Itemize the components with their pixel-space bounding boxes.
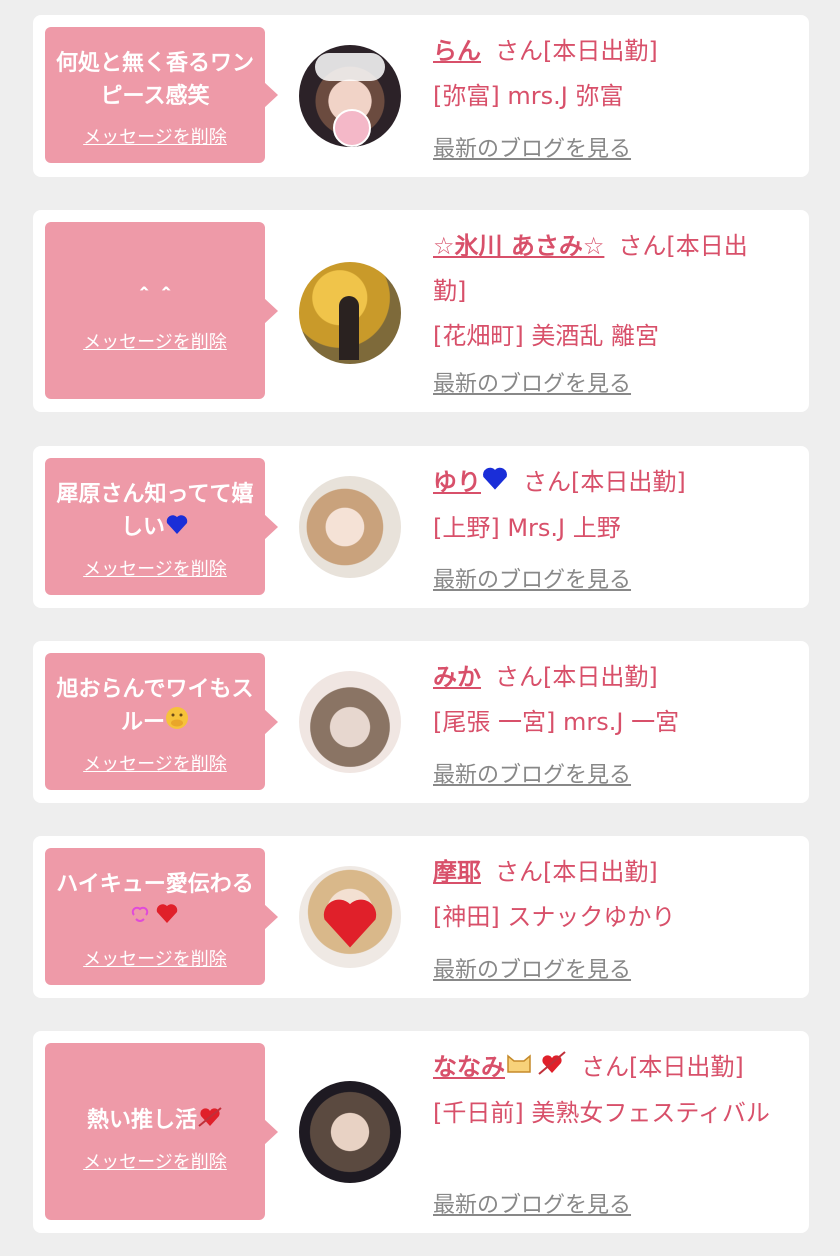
message-text: 何処と無く香るワンピース感笑 (55, 51, 254, 109)
message-bubble: 旭おらんでワイもスルー メッセージを削除 (45, 653, 278, 790)
cast-info: ☆氷川 あさみ☆ さん[本日出勤] [花畑町] 美酒乱 離宮 (433, 224, 781, 359)
work-status: さん[本日出勤] (495, 663, 658, 691)
cast-info: ななみ さん[本日出勤] [千日前] 美熟女フェスティバル (433, 1045, 781, 1136)
message-list: 何処と無く香るワンピース感笑 メッセージを削除 らん さん[本日出勤] [弥富] … (0, 0, 840, 1256)
avatar[interactable] (299, 262, 401, 364)
avatar[interactable] (299, 45, 401, 147)
blue-heart-icon (165, 512, 189, 545)
cast-name-link[interactable]: ゆり (433, 467, 509, 496)
cast-name-link[interactable]: みか (433, 663, 481, 691)
hand-over-mouth-emoji-icon (165, 706, 189, 740)
delete-message-link[interactable]: メッセージを削除 (83, 1148, 227, 1174)
message-card: 熱い推し活 メッセージを削除 ななみ さん[本日出勤] [千日前] 美熟女フェステ… (33, 1031, 809, 1233)
cast-info: らん さん[本日出勤] [弥富] mrs.J 弥富 (433, 29, 781, 119)
message-text: 犀原さん知ってて嬉しい (55, 478, 255, 545)
heart-with-arrow-icon (197, 1104, 223, 1138)
latest-blog-link[interactable]: 最新のブログを見る (433, 562, 631, 594)
latest-blog-link[interactable]: 最新のブログを見る (433, 366, 631, 398)
cast-info: 摩耶 さん[本日出勤] [神田] スナックゆかり (433, 850, 781, 940)
cat-and-heart-arrow-icon (505, 1046, 567, 1091)
shop-name: [尾張 一宮] mrs.J 一宮 (433, 708, 680, 736)
avatar[interactable] (299, 671, 401, 773)
avatar[interactable] (299, 476, 401, 578)
latest-blog-link[interactable]: 最新のブログを見る (433, 757, 631, 789)
cast-name-link[interactable]: らん (433, 37, 481, 65)
shop-name: [弥富] mrs.J 弥富 (433, 82, 624, 110)
heart-eyes-and-red-heart-icon (130, 901, 180, 935)
message-bubble: ハイキュー愛伝わる メッセージを削除 (45, 848, 278, 985)
message-card: ＾＾ メッセージを削除 ☆氷川 あさみ☆ さん[本日出勤] [花畑町] 美酒乱 離… (33, 210, 809, 412)
work-status: さん[本日出勤] (495, 858, 658, 886)
message-card: 犀原さん知ってて嬉しい メッセージを削除 ゆり さん[本日出勤] [上野] Mrs… (33, 446, 809, 608)
shop-name: [千日前] 美熟女フェスティバル (433, 1098, 770, 1127)
message-bubble: 犀原さん知ってて嬉しい メッセージを削除 (45, 458, 278, 595)
shop-name: [上野] Mrs.J 上野 (433, 513, 621, 542)
work-status: さん[本日出勤] (495, 37, 658, 65)
shop-name: [花畑町] 美酒乱 離宮 (433, 322, 659, 350)
message-card: 何処と無く香るワンピース感笑 メッセージを削除 らん さん[本日出勤] [弥富] … (33, 15, 809, 177)
latest-blog-link[interactable]: 最新のブログを見る (433, 952, 631, 984)
work-status: さん[本日出勤] (523, 468, 686, 496)
delete-message-link[interactable]: メッセージを削除 (83, 123, 227, 149)
cast-name-link[interactable]: ☆氷川 あさみ☆ (433, 232, 604, 260)
delete-message-link[interactable]: メッセージを削除 (83, 750, 227, 776)
delete-message-link[interactable]: メッセージを削除 (83, 328, 227, 354)
message-text: ハイキュー愛伝わる (55, 868, 255, 935)
work-status: さん[本日出勤] (581, 1053, 744, 1081)
latest-blog-link[interactable]: 最新のブログを見る (433, 131, 631, 163)
message-text: ＾＾ (132, 289, 177, 314)
blue-heart-icon (481, 461, 509, 506)
cast-info: ゆり さん[本日出勤] [上野] Mrs.J 上野 (433, 460, 781, 551)
cast-info: みか さん[本日出勤] [尾張 一宮] mrs.J 一宮 (433, 655, 781, 745)
cast-name-link[interactable]: 摩耶 (433, 858, 481, 886)
message-card: 旭おらんでワイもスルー メッセージを削除 みか さん[本日出勤] [尾張 一宮] … (33, 641, 809, 803)
shop-name: [神田] スナックゆかり (433, 903, 676, 931)
cast-name-link[interactable]: ななみ (433, 1050, 567, 1081)
delete-message-link[interactable]: メッセージを削除 (83, 555, 227, 581)
latest-blog-link[interactable]: 最新のブログを見る (433, 1187, 631, 1219)
message-bubble: 熱い推し活 メッセージを削除 (45, 1043, 278, 1220)
delete-message-link[interactable]: メッセージを削除 (83, 945, 227, 971)
avatar[interactable] (299, 866, 401, 968)
message-text: 旭おらんでワイもスルー (55, 673, 255, 740)
message-bubble: 何処と無く香るワンピース感笑 メッセージを削除 (45, 27, 278, 163)
message-card: ハイキュー愛伝わる メッセージを削除 摩耶 さん[本日出勤] [神田] スナックゆ… (33, 836, 809, 998)
message-bubble: ＾＾ メッセージを削除 (45, 222, 278, 399)
avatar[interactable] (299, 1081, 401, 1183)
message-text: 熱い推し活 (87, 1104, 223, 1138)
